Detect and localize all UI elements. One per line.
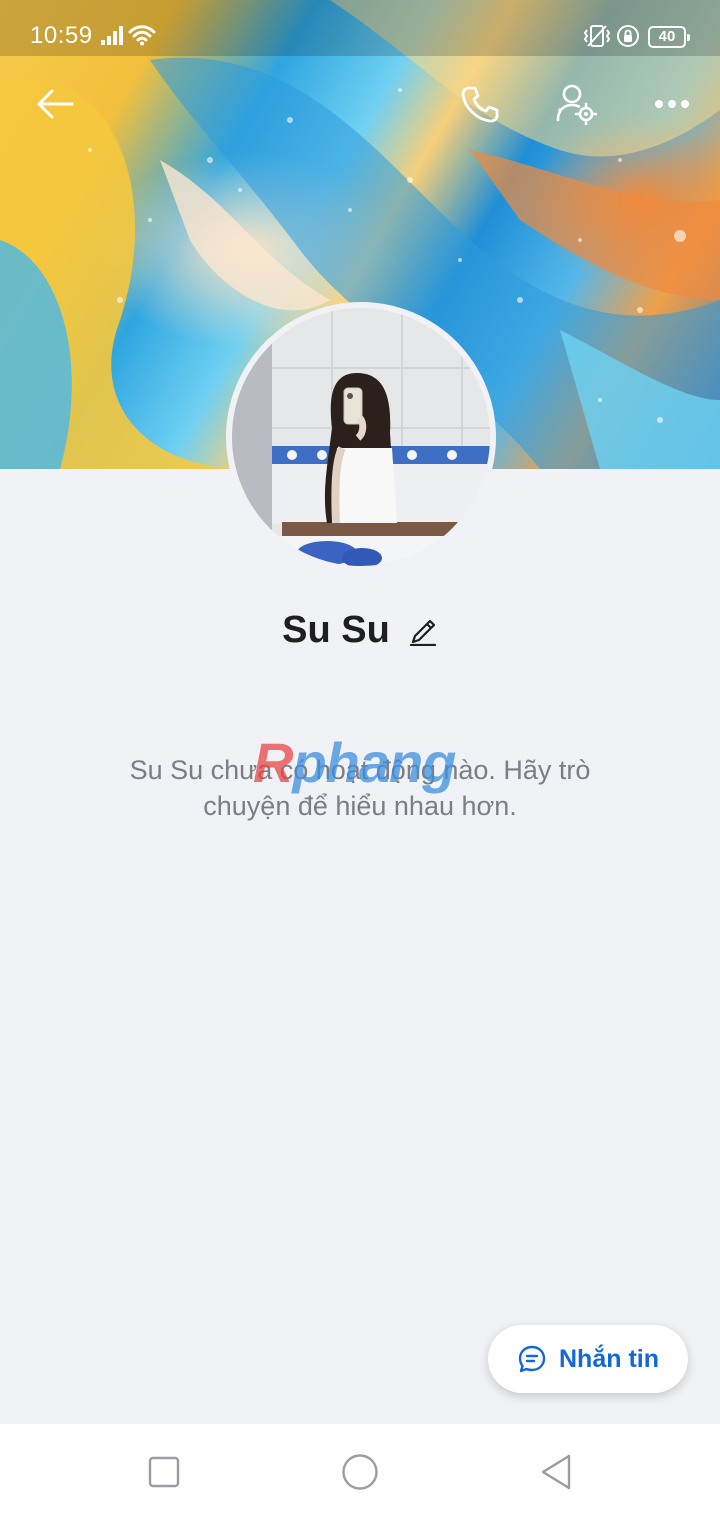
edit-name-button[interactable] (408, 612, 438, 648)
call-button[interactable] (458, 82, 502, 126)
back-button[interactable] (33, 82, 77, 126)
battery-level: 40 (658, 28, 676, 45)
rotation-lock-icon (617, 25, 639, 47)
signal-icon (101, 26, 123, 45)
system-nav-bar (0, 1424, 720, 1520)
home-button[interactable] (340, 1452, 380, 1492)
send-message-label: Nhắn tin (559, 1344, 659, 1373)
status-bar: 10:59 40 (0, 0, 720, 56)
avatar[interactable] (232, 308, 490, 566)
profile-name-row: Su Su (0, 600, 720, 660)
back-arrow-icon (37, 89, 74, 119)
wifi-icon (128, 25, 156, 46)
recent-apps-icon (148, 1456, 180, 1488)
home-icon (342, 1454, 378, 1490)
nav-back-button[interactable] (536, 1452, 576, 1492)
battery-icon: 40 (648, 26, 690, 48)
profile-settings-button[interactable] (554, 82, 598, 126)
user-settings-icon (556, 84, 597, 125)
empty-activity-message: Su Su chưa có hoạt động nào. Hãy trò chu… (129, 755, 591, 821)
more-options-button[interactable] (650, 82, 694, 126)
send-message-button[interactable]: Nhắn tin (488, 1325, 688, 1393)
chat-bubble-icon (518, 1345, 546, 1373)
avatar-photo (232, 308, 490, 566)
profile-name: Su Su (282, 608, 390, 651)
phone-icon (461, 86, 499, 123)
vibrate-icon (583, 25, 611, 47)
pencil-icon (409, 619, 436, 646)
back-icon (541, 1454, 571, 1490)
recent-apps-button[interactable] (144, 1452, 184, 1492)
more-icon (655, 100, 689, 108)
status-time: 10:59 (30, 22, 93, 49)
